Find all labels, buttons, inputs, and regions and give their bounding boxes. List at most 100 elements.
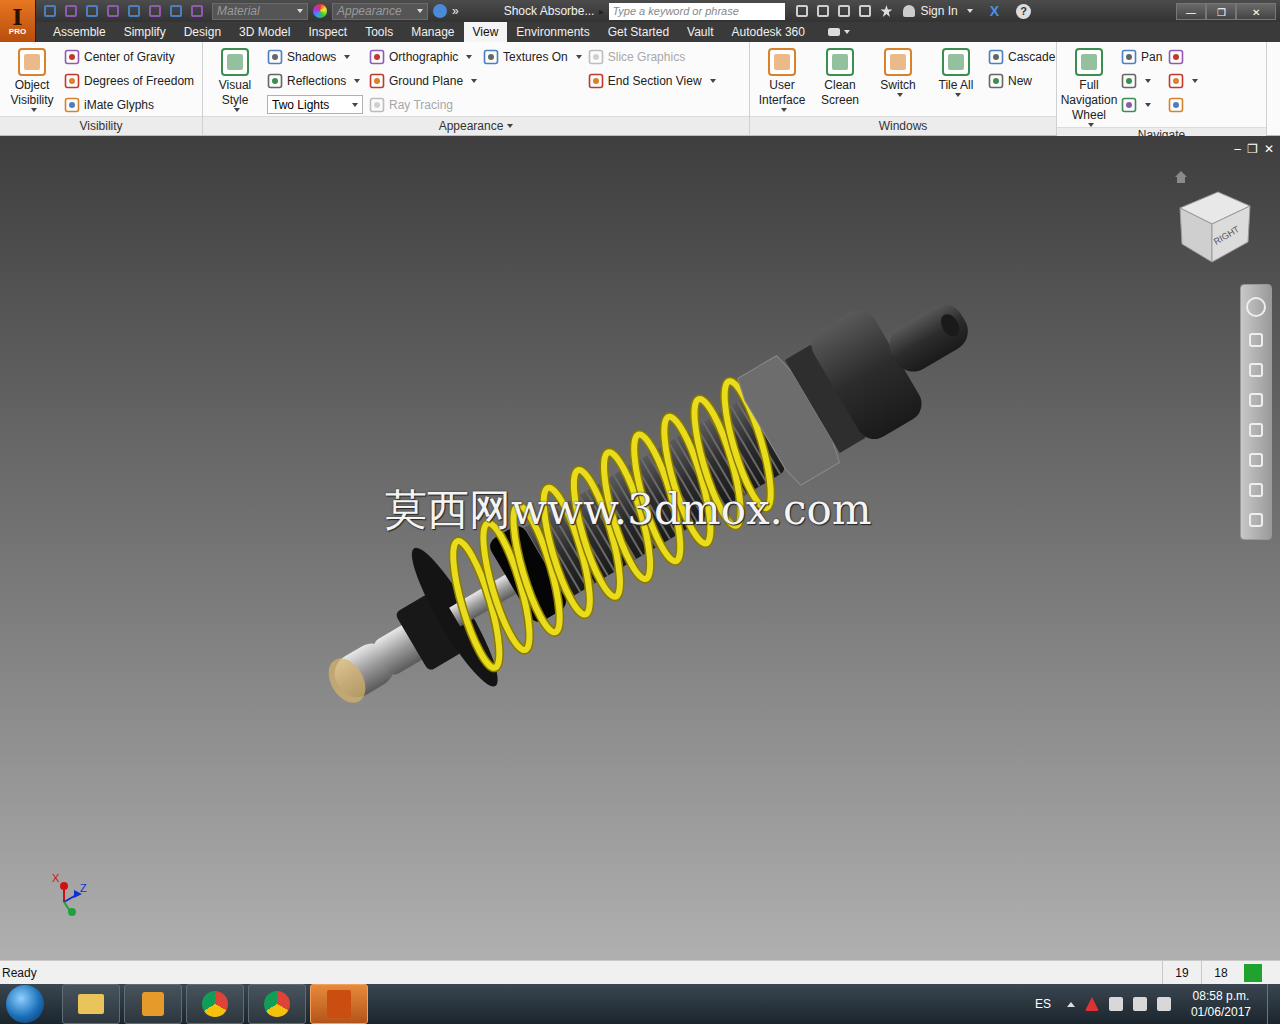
small-button[interactable]: Degrees of Freedom — [64, 70, 194, 92]
small-button[interactable] — [1121, 70, 1162, 92]
taskbar-app[interactable] — [310, 984, 368, 1024]
ribbon-tab[interactable]: Assemble — [44, 22, 115, 42]
graphics-window[interactable]: 莫西网www.3dmox.com –❐✕ RIGHT XZ — [0, 136, 1280, 960]
small-button[interactable]: Shadows — [267, 46, 363, 68]
small-button[interactable] — [1168, 46, 1198, 68]
clear-appearance-icon[interactable] — [433, 4, 447, 18]
search-box[interactable]: Type a keyword or phrase — [609, 3, 785, 20]
window-control-button[interactable]: ❐ — [1206, 3, 1236, 20]
taskbar-app[interactable] — [124, 984, 182, 1024]
quick-access-icon[interactable] — [128, 5, 140, 17]
appearance-icon[interactable] — [313, 4, 327, 18]
view-cube[interactable]: RIGHT — [1170, 180, 1260, 270]
lighting-combo[interactable]: Two Lights — [267, 95, 363, 114]
large-button[interactable]: Full Navigation Wheel — [1063, 46, 1115, 127]
navigation-tool-icon[interactable] — [1249, 423, 1263, 437]
navigation-tool-icon[interactable] — [1249, 453, 1263, 467]
help-tool-icon[interactable] — [817, 5, 829, 17]
quick-access-icon[interactable] — [149, 5, 161, 17]
small-button[interactable]: End Section View — [588, 70, 716, 92]
quick-access-icon[interactable] — [86, 5, 98, 17]
small-button[interactable]: Ray Tracing — [369, 94, 477, 116]
title-arrow[interactable]: ▸ — [599, 0, 604, 22]
favorite-icon[interactable] — [880, 5, 892, 17]
ribbon-tab[interactable]: Tools — [356, 22, 402, 42]
small-button[interactable]: Ground Plane — [369, 70, 477, 92]
small-button[interactable] — [1121, 94, 1162, 116]
taskbar-app[interactable] — [62, 984, 120, 1024]
viewport-control-button[interactable]: ✕ — [1264, 142, 1274, 156]
large-button[interactable]: Switch — [872, 46, 924, 97]
ribbon-tab[interactable]: Inspect — [299, 22, 356, 42]
taskbar-app[interactable] — [248, 984, 306, 1024]
ribbon-tab[interactable]: Get Started — [599, 22, 678, 42]
quick-access-icon[interactable] — [107, 5, 119, 17]
volume-icon[interactable] — [1133, 997, 1147, 1011]
ribbon-tab[interactable]: Autodesk 360 — [723, 22, 814, 42]
small-button[interactable]: Slice Graphics — [588, 46, 716, 68]
navigation-tool-icon[interactable] — [1249, 393, 1263, 407]
small-button[interactable]: Pan — [1121, 46, 1162, 68]
material-combo[interactable]: Material — [212, 3, 308, 20]
tab-options-icon[interactable] — [828, 28, 840, 36]
ribbon-tab[interactable]: View — [464, 22, 508, 42]
sign-in-dropdown[interactable] — [967, 9, 973, 13]
ribbon-column: User Interface — [756, 46, 808, 116]
help-tool-icon[interactable] — [859, 5, 871, 17]
ribbon-tab[interactable]: Simplify — [115, 22, 175, 42]
quick-access-icon[interactable] — [44, 5, 56, 17]
home-view-icon[interactable] — [1173, 169, 1189, 185]
navigation-tool-icon[interactable] — [1246, 297, 1266, 317]
navigation-tool-icon[interactable] — [1249, 513, 1263, 527]
ribbon-tab[interactable]: Environments — [507, 22, 598, 42]
language-indicator[interactable]: ES — [1035, 997, 1051, 1011]
ribbon-tab[interactable]: Vault — [678, 22, 722, 42]
flag-icon[interactable] — [1109, 997, 1123, 1011]
chrome-icon — [202, 991, 228, 1017]
navigation-tool-icon[interactable] — [1249, 363, 1263, 377]
small-button[interactable] — [1168, 70, 1198, 92]
large-button[interactable]: Visual Style — [209, 46, 261, 112]
quick-access-icon[interactable] — [191, 5, 203, 17]
appearance-combo[interactable]: Appearance — [332, 3, 428, 20]
large-button[interactable]: Object Visibility — [6, 46, 58, 112]
small-button[interactable]: Orthographic — [369, 46, 477, 68]
window-control-button[interactable]: — — [1176, 3, 1206, 20]
overflow-button[interactable]: » — [452, 4, 459, 18]
small-button[interactable]: iMate Glyphs — [64, 94, 194, 116]
large-button[interactable]: Tile All — [930, 46, 982, 97]
show-desktop-button[interactable] — [1267, 984, 1280, 1024]
large-button[interactable]: User Interface — [756, 46, 808, 112]
start-button[interactable] — [6, 985, 44, 1023]
ribbon-tab[interactable]: 3D Model — [230, 22, 299, 42]
small-button[interactable]: Reflections — [267, 70, 363, 92]
exchange-apps-button[interactable]: X — [990, 3, 999, 19]
large-button[interactable]: Clean Screen — [814, 46, 866, 108]
window-control-button[interactable]: ✕ — [1236, 3, 1276, 20]
warning-icon[interactable] — [1085, 997, 1099, 1011]
small-button[interactable]: Cascade — [988, 46, 1055, 68]
viewport-control-button[interactable]: – — [1234, 142, 1241, 156]
navigation-tool-icon[interactable] — [1249, 483, 1263, 497]
help-tool-icon[interactable] — [838, 5, 850, 17]
small-button[interactable]: Textures On — [483, 46, 582, 68]
taskbar-app[interactable] — [186, 984, 244, 1024]
small-button[interactable] — [1168, 94, 1198, 116]
network-icon[interactable] — [1157, 997, 1171, 1011]
help-tool-icon[interactable] — [796, 5, 808, 17]
clock[interactable]: 08:58 p.m. 01/06/2017 — [1191, 988, 1251, 1020]
sign-in[interactable]: Sign In — [920, 4, 957, 18]
quick-access-icon[interactable] — [65, 5, 77, 17]
shock-absorber-model[interactable] — [0, 136, 1280, 960]
navigation-tool-icon[interactable] — [1249, 333, 1263, 347]
small-button[interactable]: New — [988, 70, 1055, 92]
app-logo[interactable]: I PRO — [0, 0, 36, 42]
panel-title: Visibility — [0, 116, 202, 135]
quick-access-icon[interactable] — [170, 5, 182, 17]
viewport-control-button[interactable]: ❐ — [1247, 142, 1258, 156]
panel-title[interactable]: Appearance — [203, 116, 749, 135]
small-button[interactable]: Center of Gravity — [64, 46, 194, 68]
ribbon-tab[interactable]: Design — [175, 22, 230, 42]
help-button[interactable]: ? — [1016, 4, 1031, 19]
ribbon-tab[interactable]: Manage — [402, 22, 463, 42]
